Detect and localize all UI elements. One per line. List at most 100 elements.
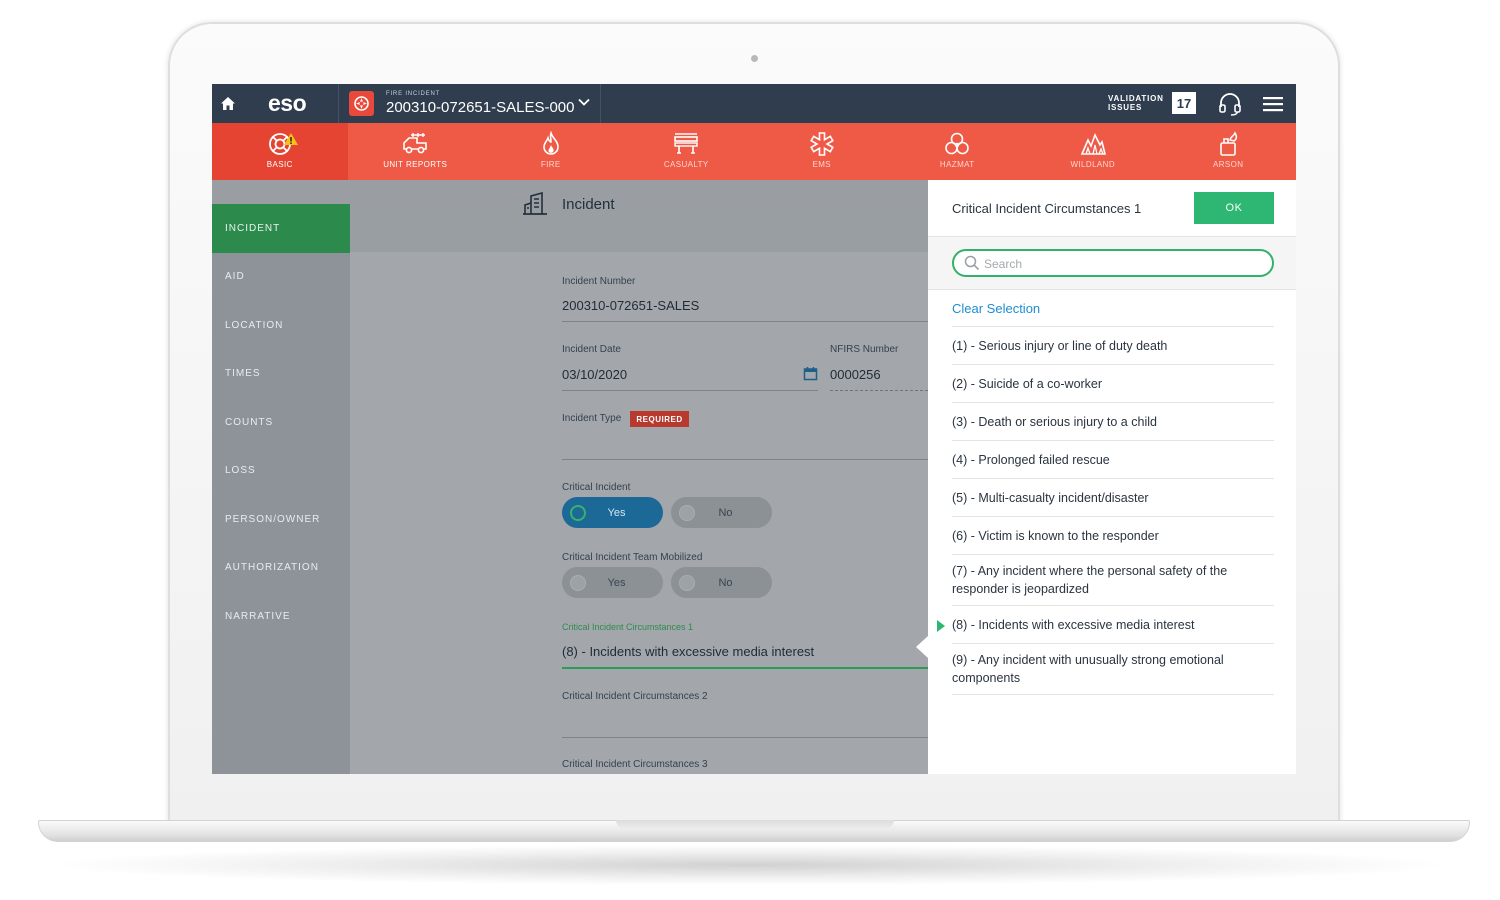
toggle-label: Yes xyxy=(607,576,626,589)
list-item[interactable]: (1) - Serious injury or line of duty dea… xyxy=(952,326,1274,364)
tab-label: HAZMAT xyxy=(939,160,975,169)
incident-type-label: Incident Type xyxy=(562,413,622,424)
tab-fire[interactable]: FIRE xyxy=(483,123,619,180)
critical-incident-label: Critical Incident xyxy=(562,482,631,493)
radio-dot xyxy=(679,574,695,591)
home-icon xyxy=(221,97,235,110)
eso-logo: eso xyxy=(268,90,307,116)
tab-ems[interactable]: EMS xyxy=(754,123,890,180)
critical-incident-no-toggle[interactable]: No xyxy=(671,497,772,528)
incident-number-label: Incident Number xyxy=(562,276,636,287)
tab-label: CASUALTY xyxy=(663,160,709,169)
search-box[interactable] xyxy=(952,249,1274,277)
tab-label: ARSON xyxy=(1213,160,1244,169)
sidebar-item-location[interactable]: LOCATION xyxy=(212,301,350,350)
options-list: (1) - Serious injury or line of duty dea… xyxy=(937,326,1274,695)
sidebar-item-incident[interactable]: INCIDENT xyxy=(212,204,350,253)
toggle-label: No xyxy=(718,506,733,519)
list-item[interactable]: (7) - Any incident where the personal sa… xyxy=(952,554,1274,605)
fire-incident-icon xyxy=(349,91,374,116)
search-icon xyxy=(964,255,980,271)
incident-selector[interactable]: FIRE INCIDENT 200310-072651-SALES-000 xyxy=(338,84,601,123)
tab-wildland[interactable]: WILDLAND xyxy=(1025,123,1161,180)
team-mobilized-label: Critical Incident Team Mobilized xyxy=(562,552,703,563)
selection-panel: Critical Incident Circumstances 1 OK Cle… xyxy=(928,180,1296,774)
sidebar-item-person-owner[interactable]: PERSON/OWNER xyxy=(212,495,350,544)
list-end-divider xyxy=(952,694,1274,695)
list-item[interactable]: (3) - Death or serious injury to a child xyxy=(952,402,1274,440)
panel-pointer xyxy=(916,636,928,658)
module-tabs: BASIC UNIT REPORTS FIRE CASUALTY EMS HAZ… xyxy=(212,123,1296,180)
list-item[interactable]: (2) - Suicide of a co-worker xyxy=(952,364,1274,402)
tab-arson[interactable]: ARSON xyxy=(1161,123,1297,180)
required-badge: REQUIRED xyxy=(630,411,689,427)
team-mobilized-yes-toggle[interactable]: Yes xyxy=(562,567,663,598)
star-of-life-icon xyxy=(809,132,834,156)
laptop-camera xyxy=(751,55,758,62)
radio-dot xyxy=(570,504,586,521)
sidebar-item-narrative[interactable]: NARRATIVE xyxy=(212,592,350,641)
arson-icon xyxy=(1220,131,1238,156)
incident-id: 200310-072651-SALES-000 xyxy=(386,99,575,116)
tab-hazmat[interactable]: HAZMAT xyxy=(890,123,1026,180)
tab-basic[interactable]: BASIC xyxy=(212,123,348,180)
incident-date-field[interactable]: 03/10/2020 xyxy=(562,367,627,382)
headset-icon[interactable] xyxy=(1217,91,1243,117)
app-screen: eso FIRE INCIDENT 200310-072651-SALES-00… xyxy=(212,84,1296,774)
biohazard-icon xyxy=(945,132,970,155)
building-icon xyxy=(523,192,547,215)
incident-number-field[interactable]: 200310-072651-SALES xyxy=(562,298,699,313)
incident-kicker: FIRE INCIDENT xyxy=(386,91,441,97)
team-mobilized-no-toggle[interactable]: No xyxy=(671,567,772,598)
toggle-label: No xyxy=(718,576,733,589)
sidebar-item-aid[interactable]: AID xyxy=(212,253,350,302)
ok-button[interactable]: OK xyxy=(1194,192,1274,224)
home-button[interactable] xyxy=(212,84,244,123)
radio-dot xyxy=(570,574,586,591)
clear-selection-link[interactable]: Clear Selection xyxy=(952,301,1040,316)
nfirs-number-label: NFIRS Number xyxy=(830,344,899,355)
warning-icon xyxy=(284,133,298,145)
tab-unit-reports[interactable]: UNIT REPORTS xyxy=(348,123,484,180)
circumstances-1-label: Critical Incident Circumstances 1 xyxy=(562,622,694,632)
hamburger-menu-icon[interactable] xyxy=(1262,94,1284,114)
incident-type-underline xyxy=(562,459,928,460)
list-item[interactable]: (4) - Prolonged failed rescue xyxy=(952,440,1274,478)
panel-title: Critical Incident Circumstances 1 xyxy=(952,201,1142,216)
radio-dot xyxy=(679,504,695,521)
fire-truck-icon xyxy=(403,133,428,154)
tab-label: BASIC xyxy=(266,160,293,169)
validation-issues-count[interactable]: 17 xyxy=(1172,92,1196,114)
section-title: Incident xyxy=(562,196,615,213)
tab-label: UNIT REPORTS xyxy=(383,160,448,169)
tab-casualty[interactable]: CASUALTY xyxy=(619,123,755,180)
sidebar-item-authorization[interactable]: AUTHORIZATION xyxy=(212,544,350,593)
tab-label: FIRE xyxy=(540,160,561,169)
validation-issues-label[interactable]: VALIDATION ISSUES xyxy=(1108,94,1164,112)
incident-date-underline xyxy=(562,390,818,391)
critical-incident-yes-toggle[interactable]: Yes xyxy=(562,497,663,528)
circumstances-3-label: Critical Incident Circumstances 3 xyxy=(562,759,708,770)
list-item-selected[interactable]: (8) - Incidents with excessive media int… xyxy=(937,605,1274,643)
sidebar-item-counts[interactable]: COUNTS xyxy=(212,398,350,447)
search-input[interactable] xyxy=(984,254,1254,273)
nfirs-number-underline xyxy=(830,390,928,391)
laptop-base-notch xyxy=(616,820,894,829)
incident-number-underline xyxy=(562,321,928,322)
circumstances-2-underline xyxy=(562,737,928,738)
tab-label: WILDLAND xyxy=(1070,160,1116,169)
list-item[interactable]: (9) - Any incident with unusually strong… xyxy=(952,643,1274,694)
sidebar-item-loss[interactable]: LOSS xyxy=(212,447,350,496)
incident-form-area: INCIDENT AID LOCATION TIMES COUNTS LOSS … xyxy=(212,180,928,774)
top-bar: eso FIRE INCIDENT 200310-072651-SALES-00… xyxy=(212,84,1296,123)
search-row xyxy=(928,237,1296,290)
stretcher-icon xyxy=(674,133,699,154)
sidebar-item-times[interactable]: TIMES xyxy=(212,350,350,399)
circumstances-1-field[interactable]: (8) - Incidents with excessive media int… xyxy=(562,644,814,659)
calendar-icon[interactable] xyxy=(803,366,818,381)
list-item[interactable]: (6) - Victim is known to the responder xyxy=(952,516,1274,554)
list-item[interactable]: (5) - Multi-casualty incident/disaster xyxy=(952,478,1274,516)
laptop-shadow xyxy=(60,845,1440,885)
nfirs-number-field[interactable]: 0000256 xyxy=(830,367,881,382)
flame-icon xyxy=(542,131,559,155)
